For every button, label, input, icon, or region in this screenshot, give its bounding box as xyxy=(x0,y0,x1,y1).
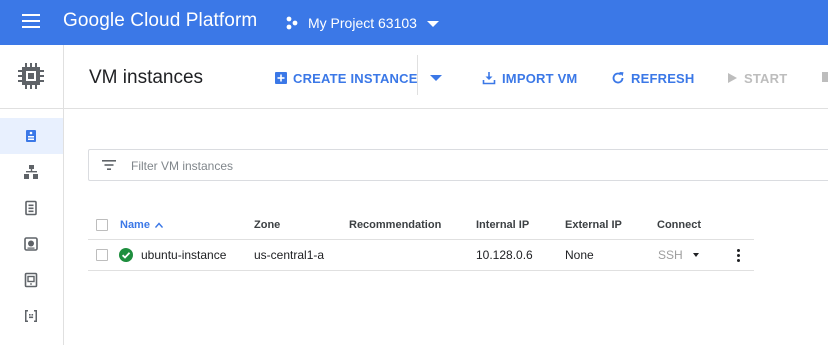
left-nav xyxy=(0,45,64,345)
instance-name-link[interactable]: ubuntu-instance xyxy=(141,248,226,262)
import-icon xyxy=(482,72,496,85)
nav-item-vm-instances[interactable] xyxy=(0,118,63,154)
compute-engine-header xyxy=(0,45,63,109)
create-instance-button[interactable]: CREATE INSTANCE xyxy=(275,69,418,87)
filter-bar xyxy=(88,149,828,181)
images-icon xyxy=(25,310,37,322)
column-header-connect: Connect xyxy=(657,218,701,231)
column-header-external-ip: External IP xyxy=(565,218,622,231)
create-dropdown-chevron-icon[interactable] xyxy=(430,75,442,81)
ssh-dropdown-chevron-icon[interactable] xyxy=(692,253,699,257)
nav-item-disks[interactable] xyxy=(0,226,63,262)
page-header: VM instances CREATE INSTANCE IMPORT VM R… xyxy=(64,45,828,109)
brand-title[interactable]: Google Cloud Platform xyxy=(63,10,257,32)
vm-instances-table: Name Zone Recommendation Internal IP Ext… xyxy=(88,210,754,271)
chevron-down-icon xyxy=(426,21,439,27)
disks-icon xyxy=(24,237,38,251)
filter-list-icon xyxy=(102,160,116,170)
toolbar-divider xyxy=(417,55,418,95)
snapshots-icon xyxy=(24,272,38,288)
nav-item-snapshots[interactable] xyxy=(0,262,63,298)
select-all-checkbox-cell xyxy=(96,210,108,239)
instance-name-cell: ubuntu-instance xyxy=(119,240,226,270)
project-selector[interactable]: My Project 63103 xyxy=(284,12,439,34)
stop-icon[interactable] xyxy=(822,72,828,82)
status-running-icon xyxy=(119,248,133,262)
external-ip-cell: None xyxy=(565,248,594,262)
column-header-zone: Zone xyxy=(254,218,281,231)
start-label: START xyxy=(744,70,788,86)
refresh-button[interactable]: REFRESH xyxy=(611,69,695,87)
column-header-internal-ip: Internal IP xyxy=(476,218,530,231)
sort-ascending-icon xyxy=(154,221,163,228)
import-vm-button[interactable]: IMPORT VM xyxy=(482,69,577,87)
instance-groups-icon xyxy=(24,165,38,179)
page-title: VM instances xyxy=(89,67,204,88)
chip-icon xyxy=(18,63,44,89)
menu-icon[interactable] xyxy=(22,14,42,30)
row-actions-cell xyxy=(736,240,740,270)
column-name-label: Name xyxy=(120,218,150,231)
start-button[interactable]: START xyxy=(726,69,787,87)
nav-item-images[interactable] xyxy=(0,298,63,334)
nav-item-instance-groups[interactable] xyxy=(0,154,63,190)
ssh-button[interactable]: SSH xyxy=(658,248,683,262)
instance-templates-icon xyxy=(25,200,37,216)
column-header-name[interactable]: Name xyxy=(120,210,163,239)
table-header: Name Zone Recommendation Internal IP Ext… xyxy=(88,210,754,240)
nav-item-instance-templates[interactable] xyxy=(0,190,63,226)
project-name: My Project 63103 xyxy=(308,15,417,31)
refresh-icon xyxy=(612,72,624,84)
internal-ip-cell: 10.128.0.6 xyxy=(476,248,533,262)
select-all-checkbox[interactable] xyxy=(96,218,108,231)
import-vm-label: IMPORT VM xyxy=(502,70,578,86)
vm-instances-icon xyxy=(26,130,36,142)
refresh-label: REFRESH xyxy=(631,70,695,86)
zone-cell: us-central1-a xyxy=(254,248,325,262)
add-box-icon xyxy=(275,72,287,84)
row-checkbox[interactable] xyxy=(96,249,108,261)
more-vert-icon[interactable] xyxy=(736,248,740,263)
play-icon xyxy=(728,73,737,83)
column-header-recommendation: Recommendation xyxy=(349,218,442,231)
top-app-bar: Google Cloud Platform My Project 63103 xyxy=(0,0,828,45)
connect-cell: SSH xyxy=(658,240,699,270)
project-icon xyxy=(286,16,298,30)
filter-input[interactable] xyxy=(129,155,733,177)
create-instance-label: CREATE INSTANCE xyxy=(293,70,418,86)
table-row: ubuntu-instance us-central1-a 10.128.0.6… xyxy=(88,240,754,271)
row-checkbox-cell xyxy=(96,240,108,270)
